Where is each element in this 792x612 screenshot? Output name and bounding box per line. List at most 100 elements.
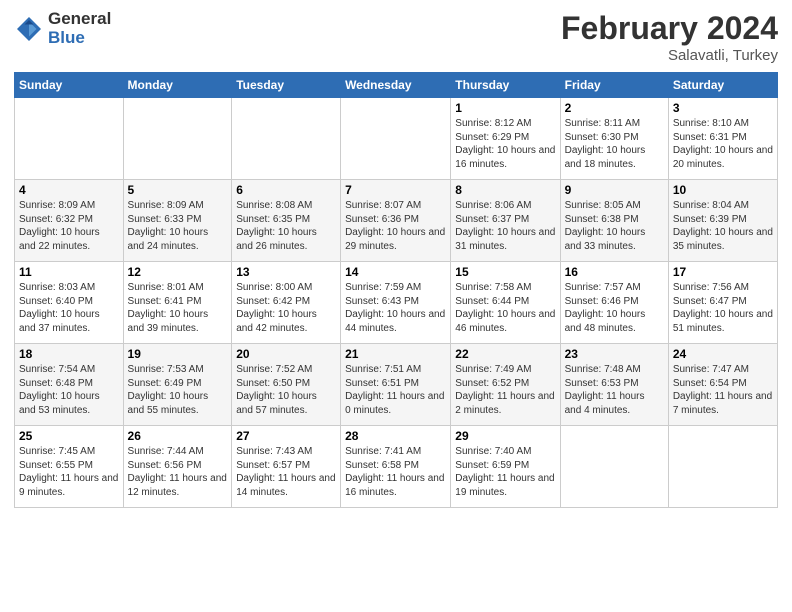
week-row-2: 11 Sunrise: 8:03 AMSunset: 6:40 PMDayligh… <box>15 262 778 344</box>
day-info: Sunrise: 7:43 AMSunset: 6:57 PMDaylight:… <box>236 445 336 499</box>
day-number: 3 <box>673 101 773 115</box>
day-cell: 2 Sunrise: 8:11 AMSunset: 6:30 PMDaylight… <box>560 98 668 180</box>
day-info: Sunrise: 8:07 AMSunset: 6:36 PMDaylight:… <box>345 199 446 253</box>
day-number: 10 <box>673 183 773 197</box>
day-cell: 28 Sunrise: 7:41 AMSunset: 6:58 PMDayligh… <box>341 426 451 508</box>
day-info: Sunrise: 7:51 AMSunset: 6:51 PMDaylight:… <box>345 363 446 417</box>
day-number: 28 <box>345 429 446 443</box>
calendar-table: SundayMondayTuesdayWednesdayThursdayFrid… <box>14 72 778 508</box>
day-cell: 7 Sunrise: 8:07 AMSunset: 6:36 PMDaylight… <box>341 180 451 262</box>
day-info: Sunrise: 7:40 AMSunset: 6:59 PMDaylight:… <box>455 445 555 499</box>
day-number: 7 <box>345 183 446 197</box>
day-info: Sunrise: 7:58 AMSunset: 6:44 PMDaylight:… <box>455 281 555 335</box>
day-cell: 21 Sunrise: 7:51 AMSunset: 6:51 PMDayligh… <box>341 344 451 426</box>
day-cell: 6 Sunrise: 8:08 AMSunset: 6:35 PMDaylight… <box>232 180 341 262</box>
calendar-title: February 2024 <box>561 10 778 47</box>
day-info: Sunrise: 8:12 AMSunset: 6:29 PMDaylight:… <box>455 117 555 171</box>
day-number: 13 <box>236 265 336 279</box>
day-cell: 19 Sunrise: 7:53 AMSunset: 6:49 PMDayligh… <box>123 344 232 426</box>
day-number: 27 <box>236 429 336 443</box>
day-info: Sunrise: 7:44 AMSunset: 6:56 PMDaylight:… <box>128 445 228 499</box>
day-number: 11 <box>19 265 119 279</box>
day-number: 9 <box>565 183 664 197</box>
day-number: 6 <box>236 183 336 197</box>
day-cell: 23Sunrise: 7:48 AMSunset: 6:53 PMDayligh… <box>560 344 668 426</box>
day-number: 19 <box>128 347 228 361</box>
day-number: 23 <box>565 347 664 361</box>
day-number: 15 <box>455 265 555 279</box>
day-number: 2 <box>565 101 664 115</box>
day-cell: 12 Sunrise: 8:01 AMSunset: 6:41 PMDayligh… <box>123 262 232 344</box>
day-number: 12 <box>128 265 228 279</box>
day-info: Sunrise: 7:52 AMSunset: 6:50 PMDaylight:… <box>236 363 336 417</box>
day-info: Sunrise: 7:45 AMSunset: 6:55 PMDaylight:… <box>19 445 119 499</box>
day-cell: 4Sunrise: 8:09 AMSunset: 6:32 PMDaylight… <box>15 180 124 262</box>
day-info: Sunrise: 8:09 AMSunset: 6:32 PMDaylight:… <box>19 199 119 253</box>
day-cell: 10Sunrise: 8:04 AMSunset: 6:39 PMDayligh… <box>668 180 777 262</box>
day-cell <box>232 98 341 180</box>
day-cell: 26 Sunrise: 7:44 AMSunset: 6:56 PMDayligh… <box>123 426 232 508</box>
day-info: Sunrise: 7:59 AMSunset: 6:43 PMDaylight:… <box>345 281 446 335</box>
weekday-header-monday: Monday <box>123 73 232 98</box>
day-number: 5 <box>128 183 228 197</box>
day-number: 25 <box>19 429 119 443</box>
day-info: Sunrise: 8:05 AMSunset: 6:38 PMDaylight:… <box>565 199 664 253</box>
day-number: 20 <box>236 347 336 361</box>
day-number: 17 <box>673 265 773 279</box>
title-section: February 2024 Salavatli, Turkey <box>561 10 778 64</box>
day-number: 29 <box>455 429 555 443</box>
header: General Blue February 2024 Salavatli, Tu… <box>14 10 778 64</box>
week-row-1: 4Sunrise: 8:09 AMSunset: 6:32 PMDaylight… <box>15 180 778 262</box>
day-cell: 5Sunrise: 8:09 AMSunset: 6:33 PMDaylight… <box>123 180 232 262</box>
logo-text: General Blue <box>48 10 111 47</box>
day-number: 21 <box>345 347 446 361</box>
day-cell: 8 Sunrise: 8:06 AMSunset: 6:37 PMDaylight… <box>451 180 560 262</box>
day-cell: 14 Sunrise: 7:59 AMSunset: 6:43 PMDayligh… <box>341 262 451 344</box>
day-number: 26 <box>128 429 228 443</box>
day-cell: 24Sunrise: 7:47 AMSunset: 6:54 PMDayligh… <box>668 344 777 426</box>
day-cell: 20 Sunrise: 7:52 AMSunset: 6:50 PMDayligh… <box>232 344 341 426</box>
day-cell: 15 Sunrise: 7:58 AMSunset: 6:44 PMDayligh… <box>451 262 560 344</box>
logo-blue: Blue <box>48 29 111 48</box>
logo-general: General <box>48 10 111 29</box>
day-cell: 22 Sunrise: 7:49 AMSunset: 6:52 PMDayligh… <box>451 344 560 426</box>
weekday-header-friday: Friday <box>560 73 668 98</box>
day-cell: 9 Sunrise: 8:05 AMSunset: 6:38 PMDaylight… <box>560 180 668 262</box>
day-info: Sunrise: 7:57 AMSunset: 6:46 PMDaylight:… <box>565 281 664 335</box>
day-cell <box>15 98 124 180</box>
calendar-body: 1Sunrise: 8:12 AMSunset: 6:29 PMDaylight… <box>15 98 778 508</box>
day-info: Sunrise: 8:11 AMSunset: 6:30 PMDaylight:… <box>565 117 664 171</box>
day-info: Sunrise: 8:08 AMSunset: 6:35 PMDaylight:… <box>236 199 336 253</box>
day-info: Sunrise: 8:03 AMSunset: 6:40 PMDaylight:… <box>19 281 119 335</box>
weekday-header-saturday: Saturday <box>668 73 777 98</box>
day-cell: 13Sunrise: 8:00 AMSunset: 6:42 PMDayligh… <box>232 262 341 344</box>
day-number: 14 <box>345 265 446 279</box>
day-info: Sunrise: 7:53 AMSunset: 6:49 PMDaylight:… <box>128 363 228 417</box>
day-cell: 18Sunrise: 7:54 AMSunset: 6:48 PMDayligh… <box>15 344 124 426</box>
logo: General Blue <box>14 10 111 47</box>
day-cell: 1Sunrise: 8:12 AMSunset: 6:29 PMDaylight… <box>451 98 560 180</box>
day-cell: 25 Sunrise: 7:45 AMSunset: 6:55 PMDayligh… <box>15 426 124 508</box>
day-number: 8 <box>455 183 555 197</box>
day-info: Sunrise: 8:01 AMSunset: 6:41 PMDaylight:… <box>128 281 228 335</box>
day-cell <box>668 426 777 508</box>
day-number: 22 <box>455 347 555 361</box>
day-cell <box>341 98 451 180</box>
weekday-header-tuesday: Tuesday <box>232 73 341 98</box>
day-info: Sunrise: 8:10 AMSunset: 6:31 PMDaylight:… <box>673 117 773 171</box>
day-info: Sunrise: 8:06 AMSunset: 6:37 PMDaylight:… <box>455 199 555 253</box>
day-info: Sunrise: 7:49 AMSunset: 6:52 PMDaylight:… <box>455 363 555 417</box>
weekday-header-wednesday: Wednesday <box>341 73 451 98</box>
calendar-page: General Blue February 2024 Salavatli, Tu… <box>0 0 792 612</box>
logo-icon <box>14 14 44 44</box>
day-number: 16 <box>565 265 664 279</box>
day-cell: 16 Sunrise: 7:57 AMSunset: 6:46 PMDayligh… <box>560 262 668 344</box>
day-number: 24 <box>673 347 773 361</box>
calendar-header: SundayMondayTuesdayWednesdayThursdayFrid… <box>15 73 778 98</box>
week-row-0: 1Sunrise: 8:12 AMSunset: 6:29 PMDaylight… <box>15 98 778 180</box>
week-row-4: 25 Sunrise: 7:45 AMSunset: 6:55 PMDayligh… <box>15 426 778 508</box>
day-info: Sunrise: 7:41 AMSunset: 6:58 PMDaylight:… <box>345 445 446 499</box>
day-cell: 3 Sunrise: 8:10 AMSunset: 6:31 PMDaylight… <box>668 98 777 180</box>
day-number: 18 <box>19 347 119 361</box>
calendar-subtitle: Salavatli, Turkey <box>561 47 778 64</box>
